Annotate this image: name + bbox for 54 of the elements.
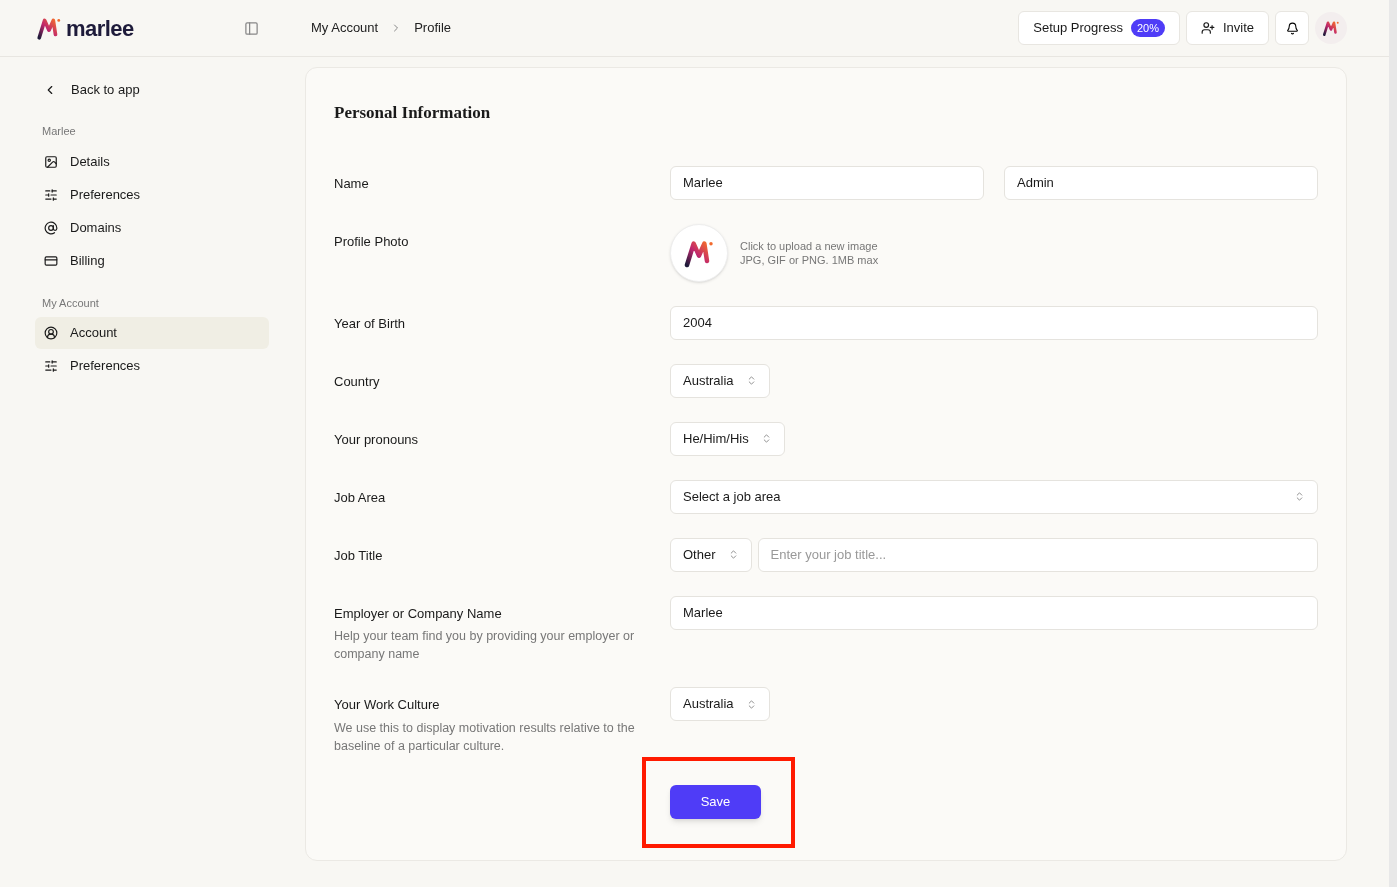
user-avatar[interactable] [1315,12,1347,44]
select-dropdown[interactable]: Australia [670,687,770,721]
setup-progress-button[interactable]: Setup Progress 20% [1018,11,1180,45]
sidebar-item[interactable]: Preferences [35,178,269,211]
save-button[interactable]: Save [670,784,761,819]
avatar-logo-icon [1322,19,1340,37]
field-label: Name [334,174,370,193]
text-field[interactable]: Marlee [670,595,1318,630]
image-icon [44,154,58,169]
invite-button[interactable]: Invite [1185,11,1269,45]
text-field[interactable]: 2004 [670,305,1318,340]
back-link[interactable]: Back to app [35,79,269,101]
select-dropdown[interactable]: Select a job area [670,479,1318,514]
section-heading: My Account [41,295,100,311]
user-plus-icon [1200,21,1215,35]
select-dropdown[interactable]: Australia [670,363,770,398]
field-label: Year of Birth [334,314,407,333]
sidebar-toggle-icon[interactable] [244,20,259,36]
field-label: Job Area [334,488,387,507]
field-help: We use this to display motivation results relative to the baseline of a particular culture. [334,719,636,755]
sidebar-item[interactable]: Details [35,145,269,178]
text-field[interactable]: Admin [1004,165,1318,200]
text-field[interactable]: Marlee [670,165,984,200]
progress-badge: 20% [1130,18,1165,38]
field-label: Country [334,372,381,391]
job-title-field[interactable]: Enter your job title... [757,537,1318,572]
breadcrumb-link[interactable]: My Account [311,18,379,38]
field-help: Help your team find you by providing your employer or company name [334,628,636,663]
field-label: Job Title [334,546,384,565]
field-label: Your pronouns [334,430,420,449]
field-label: Your Work Culture [334,696,441,714]
user-icon [44,326,58,340]
field-label: Profile Photo [334,232,410,251]
sidebar-item[interactable]: Domains [35,211,269,244]
sidebar-item[interactable]: Account [35,317,269,349]
field-label: Employer or Company Name [334,604,503,623]
select-dropdown[interactable]: He/Him/His [670,421,785,456]
breadcrumb-current: Profile [414,19,452,38]
sidebar-item[interactable]: Billing [35,244,269,277]
section-heading: Marlee [41,124,77,139]
select-dropdown[interactable]: Other [670,537,752,572]
at-icon [44,220,58,235]
sliders-icon [44,187,58,202]
notifications-button[interactable] [1275,11,1309,45]
bell-icon [1285,21,1299,35]
form-title: Personal Information [334,102,492,124]
setup-progress-label: Setup Progress [1033,19,1123,38]
avatar[interactable] [670,223,728,282]
upload-hint: Click to upload a new image JPG, GIF or PNG. 1MB max [740,238,879,267]
sidebar-item[interactable]: Preferences [35,350,269,382]
sliders-icon [44,359,58,373]
logo-text: marlee [66,14,134,43]
chevrons-icon [1294,491,1305,502]
card-icon [44,253,58,268]
